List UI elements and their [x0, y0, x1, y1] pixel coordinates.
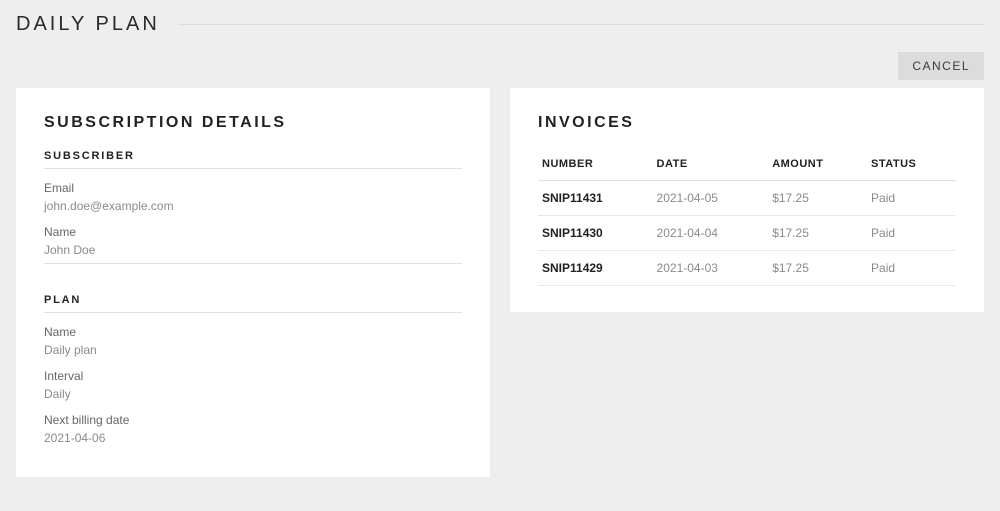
subscription-details-title: SUBSCRIPTION DETAILS — [44, 114, 462, 132]
invoice-date: 2021-04-05 — [653, 181, 769, 216]
subscriber-email-field: Email john.doe@example.com — [44, 181, 462, 213]
invoices-card: INVOICES NUMBER DATE AMOUNT STATUS SNIP1… — [510, 88, 984, 312]
page-header: DAILY PLAN — [0, 0, 1000, 36]
subscriber-section-label: SUBSCRIBER — [44, 150, 462, 169]
invoice-status: Paid — [867, 251, 956, 286]
header-divider — [178, 24, 984, 25]
plan-name-label: Name — [44, 325, 462, 339]
cancel-button[interactable]: CANCEL — [898, 52, 984, 80]
plan-section-label: PLAN — [44, 294, 462, 313]
plan-next-billing-value: 2021-04-06 — [44, 431, 462, 445]
invoice-number: SNIP11431 — [538, 181, 653, 216]
plan-interval-label: Interval — [44, 369, 462, 383]
plan-name-value: Daily plan — [44, 343, 462, 357]
invoices-header-number: NUMBER — [538, 150, 653, 181]
invoice-date: 2021-04-03 — [653, 251, 769, 286]
invoices-header-status: STATUS — [867, 150, 956, 181]
plan-name-field: Name Daily plan — [44, 325, 462, 357]
invoices-title: INVOICES — [538, 114, 956, 132]
invoice-number: SNIP11430 — [538, 216, 653, 251]
subscriber-fields: Email john.doe@example.com Name John Doe — [44, 181, 462, 264]
plan-next-billing-field: Next billing date 2021-04-06 — [44, 413, 462, 445]
invoice-amount: $17.25 — [768, 251, 867, 286]
table-row[interactable]: SNIP11431 2021-04-05 $17.25 Paid — [538, 181, 956, 216]
plan-interval-value: Daily — [44, 387, 462, 401]
subscriber-name-value: John Doe — [44, 243, 462, 257]
table-row[interactable]: SNIP11430 2021-04-04 $17.25 Paid — [538, 216, 956, 251]
subscriber-name-label: Name — [44, 225, 462, 239]
invoice-amount: $17.25 — [768, 216, 867, 251]
invoices-table: NUMBER DATE AMOUNT STATUS SNIP11431 2021… — [538, 150, 956, 286]
table-row[interactable]: SNIP11429 2021-04-03 $17.25 Paid — [538, 251, 956, 286]
invoice-status: Paid — [867, 181, 956, 216]
invoices-header-date: DATE — [653, 150, 769, 181]
subscription-details-card: SUBSCRIPTION DETAILS SUBSCRIBER Email jo… — [16, 88, 490, 477]
invoice-date: 2021-04-04 — [653, 216, 769, 251]
plan-interval-field: Interval Daily — [44, 369, 462, 401]
subscriber-email-label: Email — [44, 181, 462, 195]
subscriber-name-field: Name John Doe — [44, 225, 462, 257]
content-area: SUBSCRIPTION DETAILS SUBSCRIBER Email jo… — [0, 80, 1000, 493]
plan-fields: Name Daily plan Interval Daily Next bill… — [44, 325, 462, 451]
invoices-header-amount: AMOUNT — [768, 150, 867, 181]
action-bar: CANCEL — [0, 46, 1000, 80]
invoice-amount: $17.25 — [768, 181, 867, 216]
invoice-status: Paid — [867, 216, 956, 251]
subscriber-email-value: john.doe@example.com — [44, 199, 462, 213]
invoice-number: SNIP11429 — [538, 251, 653, 286]
page-title: DAILY PLAN — [16, 13, 160, 36]
plan-next-billing-label: Next billing date — [44, 413, 462, 427]
